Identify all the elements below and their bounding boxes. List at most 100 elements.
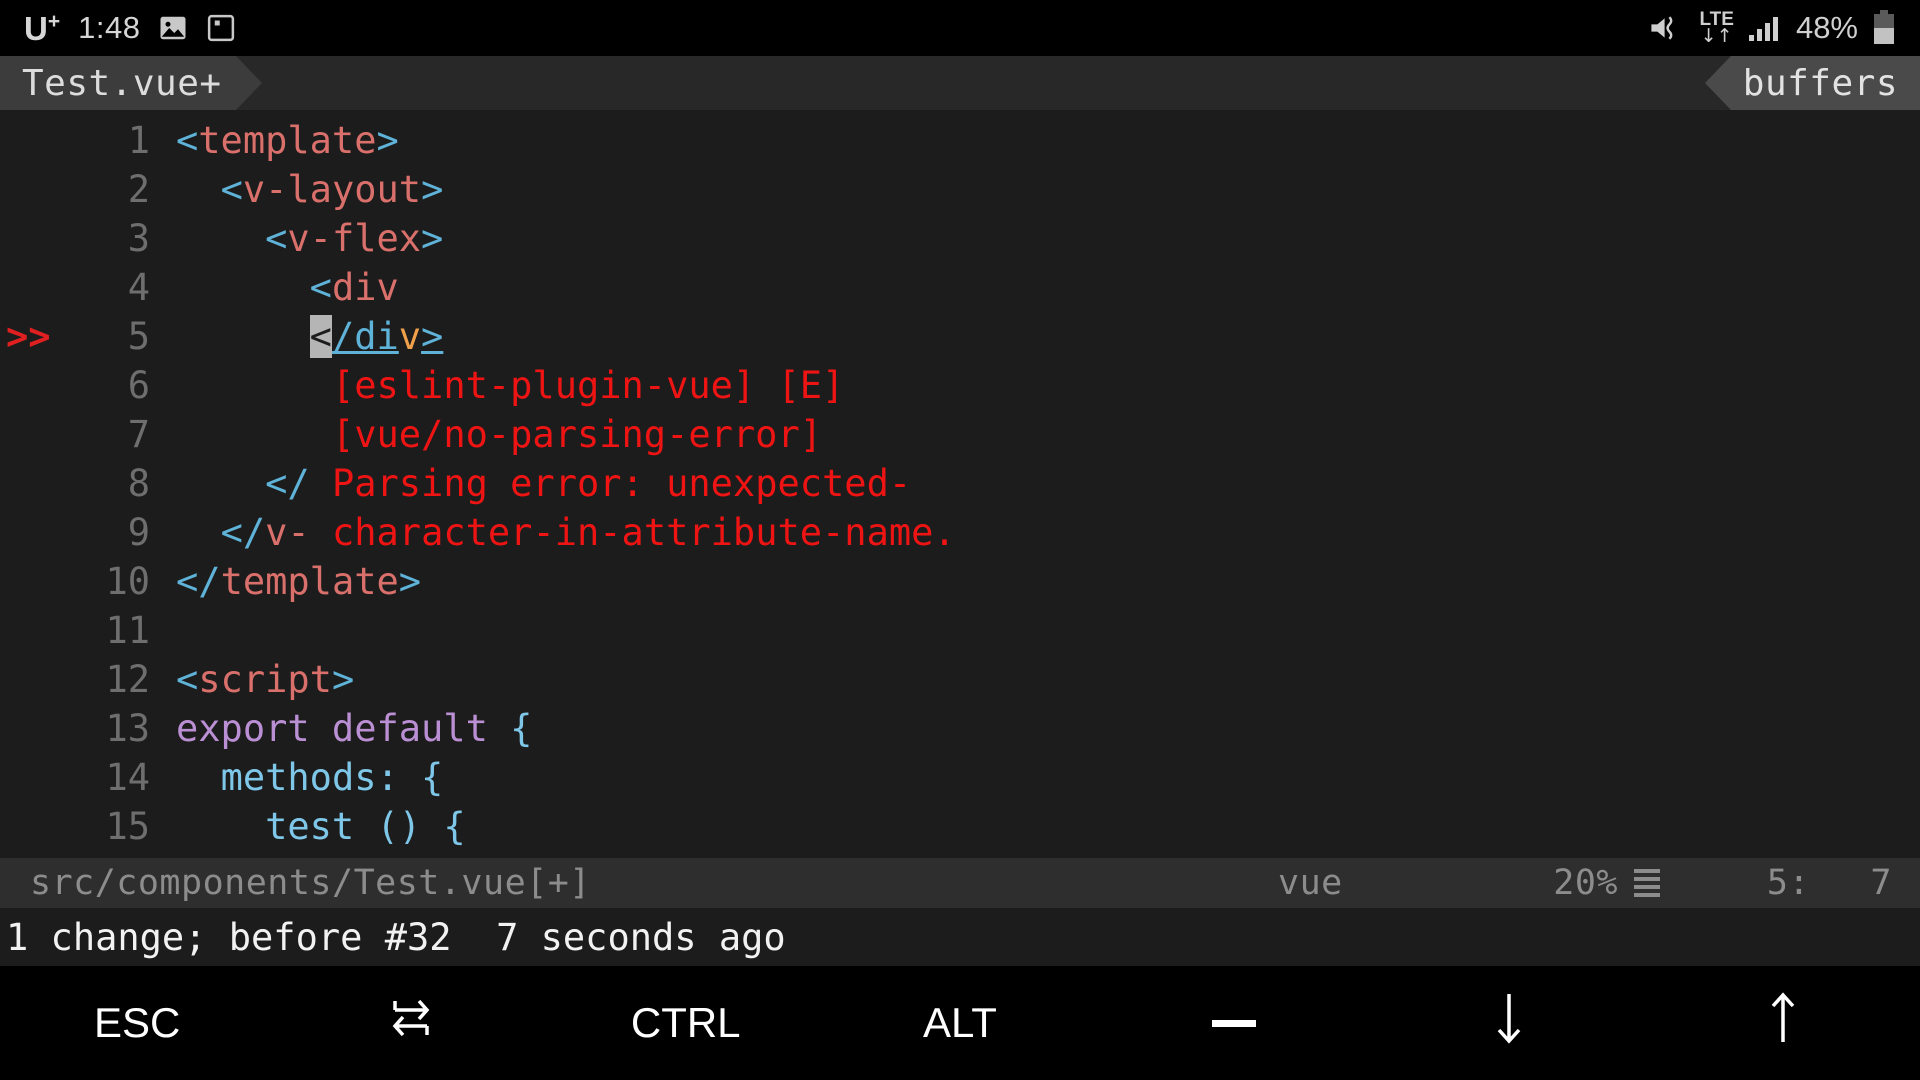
tab-test-vue[interactable]: Test.vue+ xyxy=(0,56,236,110)
code-line-8: 8 </ Parsing error: unexpected- xyxy=(0,459,1920,508)
line-number: 14 xyxy=(105,756,150,799)
key-alt[interactable]: ALT xyxy=(823,966,1097,1080)
key-ctrl[interactable]: CTRL xyxy=(549,966,823,1080)
line-number: 10 xyxy=(105,560,150,603)
code-line-3: 3 <v-flex> xyxy=(0,214,1920,263)
status-filetype: vue xyxy=(1278,863,1343,903)
status-right-group: vue 20% 5: 7 xyxy=(1278,863,1920,903)
line-number: 3 xyxy=(127,217,150,260)
key-minus[interactable] xyxy=(1097,966,1371,1080)
line-number: 9 xyxy=(127,511,150,554)
code-line-2: 2 <v-layout> xyxy=(0,165,1920,214)
token-brace: { xyxy=(398,756,444,799)
carrier-label: U+ xyxy=(24,10,61,47)
line-content: [vue/no-parsing-error] xyxy=(150,413,822,456)
code-line-5: >> 5 </div> xyxy=(0,312,1920,361)
token-tag: v-layout xyxy=(242,168,422,211)
code-line-10: 10 </template> xyxy=(0,557,1920,606)
battery-icon xyxy=(1872,10,1896,46)
tab-arrow-right-icon xyxy=(235,56,262,110)
token-bracket: > xyxy=(376,119,399,162)
buffers-label-container[interactable]: buffers xyxy=(1730,56,1920,110)
mobile-vim-editor-screen: U+ 1:48 LTE ↓↑ 48% Test.vue+ buffers 1 <… xyxy=(0,0,1920,1080)
system-status-bar: U+ 1:48 LTE ↓↑ 48% xyxy=(0,0,1920,56)
code-line-13: 13 export default { xyxy=(0,704,1920,753)
line-number: 12 xyxy=(105,658,150,701)
tab-icon xyxy=(385,992,437,1055)
code-line-14: 14 methods: { xyxy=(0,753,1920,802)
token-error: [eslint-plugin-vue] [E] xyxy=(331,364,845,407)
line-content: export default { xyxy=(150,707,532,750)
token-bracket: </ xyxy=(265,462,310,505)
line-number: 13 xyxy=(105,707,150,750)
lines-icon xyxy=(1634,869,1660,897)
line-content: <div xyxy=(150,266,399,309)
token-bracket: </ xyxy=(176,560,221,603)
token-bracket: > xyxy=(421,217,444,260)
token-bracket: < xyxy=(265,217,288,260)
line-content: methods: { xyxy=(150,756,444,799)
status-filepath: src/components/Test.vue[+] xyxy=(30,863,591,903)
token-bracket: < xyxy=(176,658,199,701)
status-line-position: 5: xyxy=(1766,863,1810,903)
buffers-section[interactable]: buffers xyxy=(1704,56,1920,110)
token-bracket: > xyxy=(398,560,422,603)
code-editor-area[interactable]: 1 <template> 2 <v-layout> 3 <v-flex> 4 <… xyxy=(0,110,1920,858)
battery-percent-label: 48% xyxy=(1795,10,1858,45)
line-content: [eslint-plugin-vue] [E] xyxy=(150,364,844,407)
token-error: character-in-attribute-name. xyxy=(309,511,956,554)
screenshot-icon xyxy=(206,13,236,43)
code-line-11: 11 xyxy=(0,606,1920,655)
tab-arrow-left-icon xyxy=(1704,56,1731,110)
status-bar-right: LTE ↓↑ 48% xyxy=(1649,10,1896,46)
key-ctrl-label: CTRL xyxy=(630,999,741,1046)
vim-status-line: src/components/Test.vue[+] vue 20% 5: 7 xyxy=(0,858,1920,908)
key-esc[interactable]: ESC xyxy=(0,966,274,1080)
code-line-7: 7 [vue/no-parsing-error] xyxy=(0,410,1920,459)
image-icon xyxy=(158,13,188,43)
token-tag: script xyxy=(198,658,332,701)
token-bracket: > xyxy=(331,658,355,701)
arrow-up-icon xyxy=(1761,988,1805,1059)
line-content: <template> xyxy=(150,119,399,162)
line-content: <script> xyxy=(150,658,354,701)
line-number: 5 xyxy=(127,315,150,358)
token-tag: template xyxy=(220,560,399,603)
token-matchchar: v xyxy=(398,315,422,358)
vim-message-line: 1 change; before #32 7 seconds ago xyxy=(0,908,1920,966)
line-number: 8 xyxy=(127,462,150,505)
token-error: [vue/no-parsing-error] xyxy=(331,413,823,456)
line-content: </div> xyxy=(150,315,443,358)
tab-label: Test.vue+ xyxy=(22,62,222,104)
token-bracket: < xyxy=(176,119,199,162)
token-brace: { xyxy=(421,805,466,848)
line-number: 7 xyxy=(127,413,150,456)
tabline: Test.vue+ buffers xyxy=(0,56,1920,110)
line-number: 11 xyxy=(105,609,150,652)
arrow-down-icon xyxy=(1487,988,1531,1059)
line-content: </ Parsing error: unexpected- xyxy=(150,462,911,505)
token-tag: v-flex xyxy=(287,217,422,260)
key-arrow-down[interactable] xyxy=(1371,966,1645,1080)
key-tab[interactable] xyxy=(274,966,548,1080)
code-line-15: 15 test () { xyxy=(0,802,1920,851)
buffers-label: buffers xyxy=(1742,62,1898,104)
code-line-12: 12 <script> xyxy=(0,655,1920,704)
line-number: 4 xyxy=(127,266,150,309)
clock-label: 1:48 xyxy=(78,10,141,45)
key-arrow-up[interactable] xyxy=(1646,966,1920,1080)
token-bracket: </ xyxy=(220,511,266,554)
token-identifier: methods: xyxy=(220,756,399,799)
token-tag: v- xyxy=(265,511,310,554)
line-content: </template> xyxy=(150,560,421,603)
code-line-9: 9 </v- character-in-attribute-name. xyxy=(0,508,1920,557)
token-bracket: /di xyxy=(331,315,399,358)
virtual-keyboard-bar: ESC CTRL ALT xyxy=(0,966,1920,1080)
signal-bars-icon xyxy=(1748,14,1782,42)
token-brace: { xyxy=(487,707,533,750)
network-type-indicator: LTE ↓↑ xyxy=(1699,9,1734,47)
token-tag: div xyxy=(331,266,399,309)
line-number: 6 xyxy=(127,364,150,407)
line-content: </v- character-in-attribute-name. xyxy=(150,511,956,554)
line-content: test () { xyxy=(150,805,466,848)
